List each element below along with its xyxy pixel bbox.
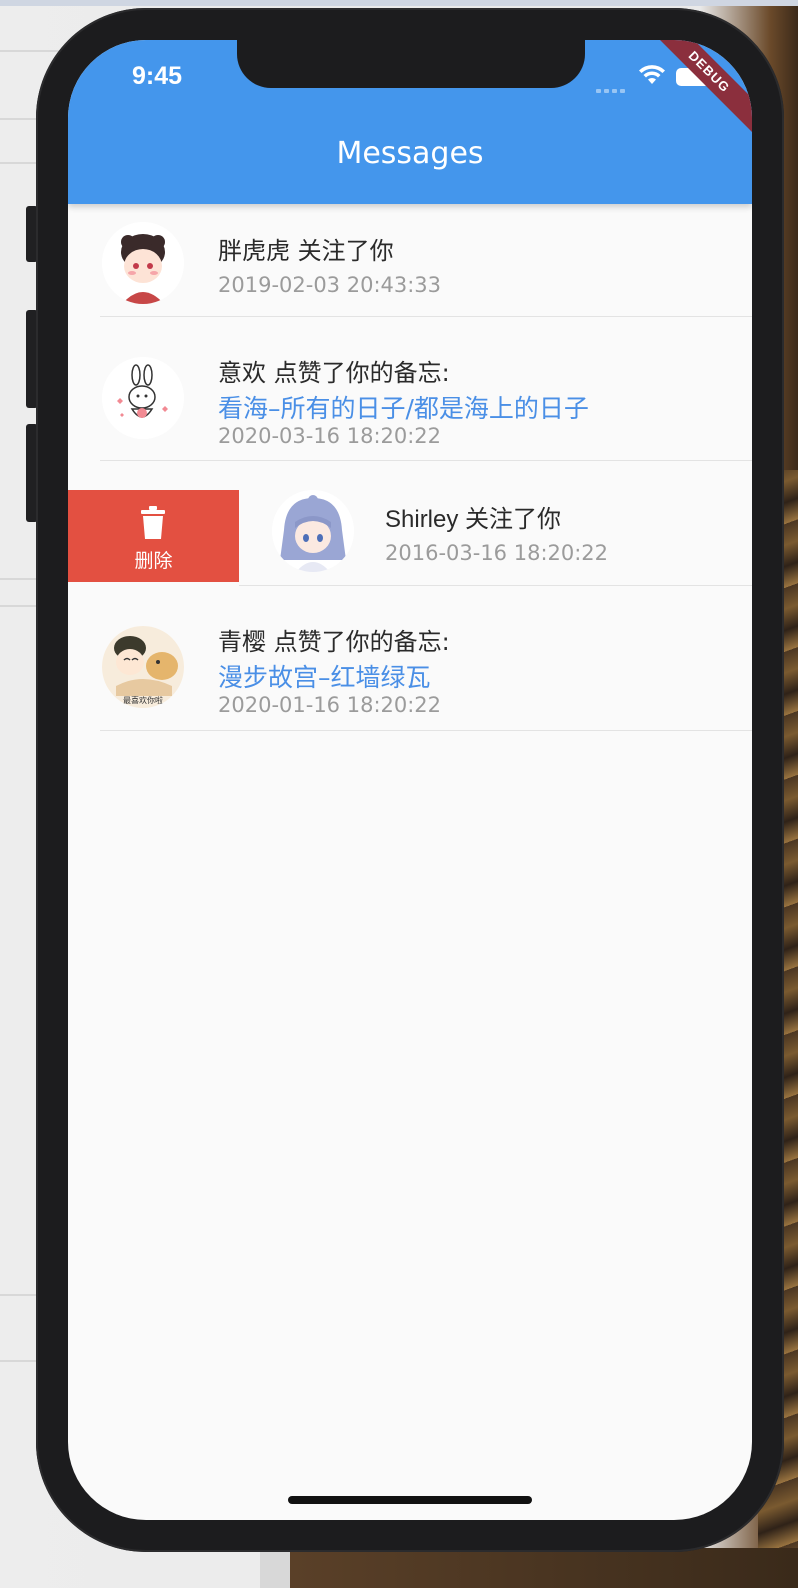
message-timestamp: 2016-03-16 18:20:22	[385, 541, 609, 565]
delete-action-button[interactable]: 删除	[68, 490, 239, 582]
phone-notch	[237, 40, 585, 88]
avatar: 最喜欢你啦	[102, 626, 184, 708]
list-item[interactable]: 最喜欢你啦 青樱 点赞了你的备忘: 漫步故宫–红墙绿瓦 2020-01-16 1…	[68, 586, 752, 731]
message-text: 意欢 点赞了你的备忘:	[218, 359, 450, 387]
cellular-signal-icon	[596, 78, 628, 97]
avatar	[272, 490, 354, 572]
avatar	[102, 222, 184, 304]
memo-link[interactable]: 漫步故宫–红墙绿瓦	[218, 658, 431, 694]
message-timestamp: 2020-01-16 18:20:22	[218, 693, 442, 717]
desktop-wallpaper-bottom	[260, 1548, 798, 1588]
message-timestamp: 2020-03-16 18:20:22	[218, 424, 442, 448]
delete-label: 删除	[134, 550, 173, 572]
list-item[interactable]: 胖虎虎 关注了你 2019-02-03 20:43:33	[68, 204, 752, 317]
desktop-menubar	[0, 0, 798, 6]
status-time: 9:45	[132, 62, 183, 90]
home-indicator[interactable]	[288, 1496, 532, 1504]
avatar-caption: 最喜欢你啦	[123, 695, 163, 705]
message-text: 青樱 点赞了你的备忘:	[218, 628, 450, 656]
avatar	[102, 357, 184, 439]
trash-icon	[141, 506, 165, 539]
debug-banner: DEBUG	[640, 40, 752, 141]
list-item[interactable]: Shirley 关注了你 2016-03-16 18:20:22	[239, 461, 752, 586]
row-divider	[100, 730, 752, 731]
page-title: Messages	[336, 136, 484, 171]
message-text: 胖虎虎 关注了你	[218, 237, 394, 265]
bg-divider	[0, 50, 60, 52]
list-item[interactable]: 意欢 点赞了你的备忘: 看海–所有的日子/都是海上的日子 2020-03-16 …	[68, 317, 752, 461]
message-text: Shirley 关注了你	[385, 506, 562, 533]
memo-link[interactable]: 看海–所有的日子/都是海上的日子	[218, 389, 589, 425]
wifi-icon	[639, 65, 665, 84]
message-timestamp: 2019-02-03 20:43:33	[218, 273, 442, 297]
phone-screen: 9:45 DEBUG Messages 胖虎虎 关注了你 2019-02-03 …	[68, 40, 752, 1520]
